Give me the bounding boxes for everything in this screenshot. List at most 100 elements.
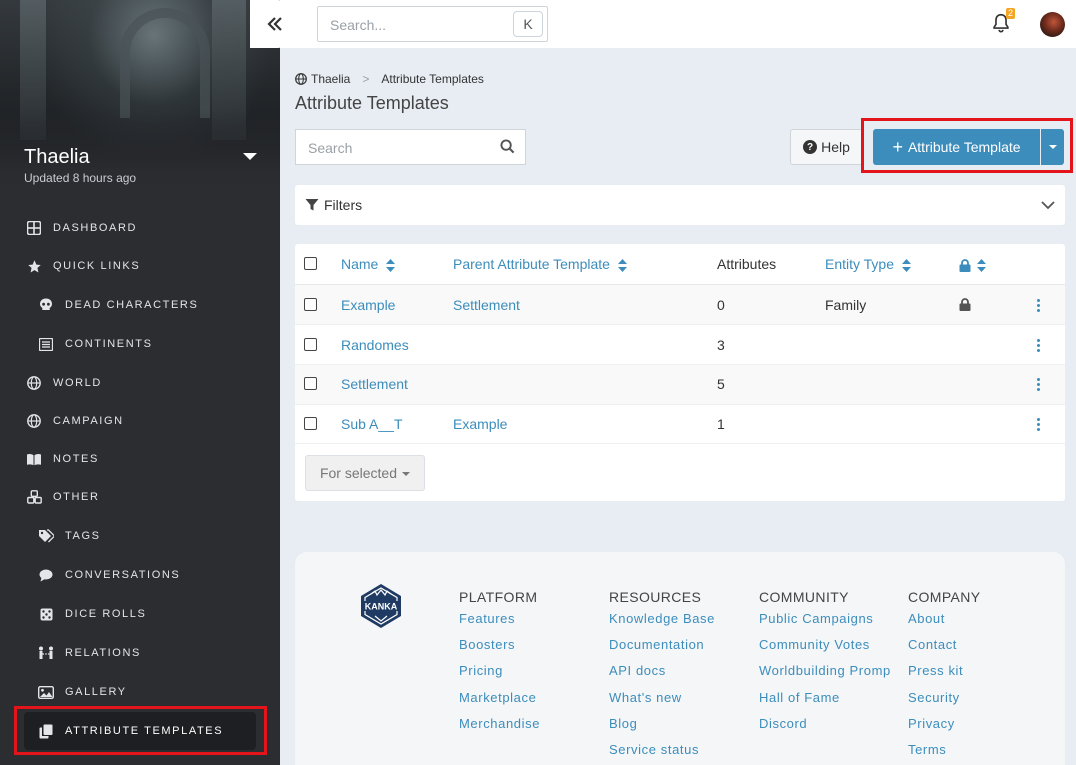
bulk-actions-label: For selected [319, 465, 398, 481]
sidebar-item-relations[interactable]: RELATIONS [14, 635, 256, 671]
footer-link[interactable]: Boosters [459, 637, 540, 663]
sidebar-item-campaign[interactable]: CAMPAIGN [14, 403, 256, 439]
row-actions-kebab-icon[interactable] [1037, 299, 1041, 314]
sidebar-item-conversations[interactable]: CONVERSATIONS [14, 557, 256, 593]
notification-count-badge: 2 [1006, 8, 1016, 19]
campaign-updated: Updated 8 hours ago [24, 171, 137, 185]
footer-link[interactable]: Terms [908, 742, 981, 765]
select-all-checkbox[interactable] [304, 257, 317, 270]
sidebar-item-label: NOTES [53, 453, 99, 465]
row-checkbox[interactable] [304, 338, 317, 351]
footer-link[interactable]: Pricing [459, 663, 540, 689]
row-name-link[interactable]: Settlement [341, 376, 408, 392]
footer-link[interactable]: Blog [609, 716, 715, 742]
row-name-link[interactable]: Sub A__T [341, 416, 403, 432]
sidebar-item-gallery[interactable]: GALLERY [14, 674, 256, 710]
footer-link[interactable]: Community Votes [759, 637, 899, 663]
column-header-label: Name [341, 256, 379, 272]
global-search-input[interactable]: Search... K [317, 6, 548, 42]
footer-link[interactable]: Documentation [609, 637, 715, 663]
page-title: Attribute Templates [295, 93, 449, 113]
filters-label: Filters [324, 197, 363, 213]
filters-panel[interactable]: Filters [295, 185, 1065, 225]
sidebar-item-label: DICE ROLLS [65, 608, 147, 620]
row-parent-link[interactable]: Settlement [453, 297, 520, 313]
sidebar-item-label: WORLD [53, 377, 102, 389]
footer-link[interactable]: Merchandise [459, 716, 540, 742]
dice-icon [38, 606, 54, 622]
kanka-logo[interactable]: KANKA [357, 582, 405, 633]
sidebar-item-continents[interactable]: CONTINENTS [14, 326, 256, 362]
row-name-link[interactable]: Randomes [341, 337, 409, 353]
sort-icon [617, 258, 627, 272]
footer-link[interactable]: Security [908, 690, 981, 716]
breadcrumb: Thaelia > Attribute Templates [295, 72, 484, 86]
sidebar-item-dead-characters[interactable]: DEAD CHARACTERS [14, 287, 256, 323]
row-actions-kebab-icon[interactable] [1037, 378, 1041, 393]
row-checkbox[interactable] [304, 298, 317, 311]
sidebar-item-tags[interactable]: TAGS [14, 518, 256, 554]
logo-text: KANKA [365, 602, 398, 612]
footer-link[interactable]: API docs [609, 663, 715, 689]
sidebar-item-world[interactable]: WORLD [14, 365, 256, 401]
footer-heading: COMMUNITY [759, 589, 849, 605]
row-checkbox[interactable] [304, 417, 317, 430]
footer-link[interactable]: Marketplace [459, 690, 540, 716]
search-icon[interactable] [500, 139, 515, 157]
footer-link[interactable]: About [908, 611, 981, 637]
sidebar-item-label: RELATIONS [65, 647, 141, 659]
column-header-name[interactable]: Name [341, 256, 396, 272]
campaign-dropdown-icon[interactable] [243, 153, 257, 160]
user-avatar[interactable] [1040, 12, 1065, 37]
row-checkbox[interactable] [304, 377, 317, 390]
column-header-label: Entity Type [825, 256, 895, 272]
table-row[interactable]: Randomes 3 [295, 325, 1065, 365]
table-row[interactable]: Settlement 5 [295, 365, 1065, 405]
row-parent-link[interactable]: Example [453, 416, 507, 432]
chevron-down-icon[interactable] [1041, 197, 1055, 213]
breadcrumb-root[interactable]: Thaelia [311, 72, 350, 86]
column-header-entity-type[interactable]: Entity Type [825, 256, 911, 272]
campaign-name[interactable]: Thaelia [24, 146, 90, 169]
footer-link[interactable]: Public Campaigns [759, 611, 899, 637]
relations-icon [38, 645, 54, 661]
help-button[interactable]: ? Help [790, 129, 863, 165]
bulk-actions-button[interactable]: For selected [305, 455, 425, 491]
globe-icon [26, 375, 42, 391]
row-name-link[interactable]: Example [341, 297, 395, 313]
footer-column-community: COMMUNITY Public Campaigns Community Vot… [759, 589, 899, 742]
sidebar-item-notes[interactable]: NOTES [14, 441, 256, 477]
row-attributes-count: 1 [717, 416, 725, 432]
footer-link[interactable]: Service status [609, 742, 715, 765]
table-row[interactable]: Example Settlement 0 Family [295, 285, 1065, 325]
table-header-row: Name Parent Attribute Template Attribute… [295, 244, 1065, 285]
footer-link[interactable]: Knowledge Base [609, 611, 715, 637]
footer-link[interactable]: What's new [609, 690, 715, 716]
footer-link[interactable]: Hall of Fame [759, 690, 899, 716]
column-header-parent[interactable]: Parent Attribute Template [453, 256, 627, 272]
sidebar-item-label: CONTINENTS [65, 338, 153, 350]
column-header-visibility[interactable] [959, 256, 986, 272]
breadcrumb-current: Attribute Templates [381, 72, 484, 86]
list-search-input[interactable]: Search [295, 129, 526, 165]
collapse-sidebar-button[interactable] [250, 0, 300, 48]
footer-link[interactable]: Press kit [908, 663, 981, 689]
row-actions-kebab-icon[interactable] [1037, 418, 1041, 433]
sidebar-item-quick-links[interactable]: QUICK LINKS [14, 248, 256, 284]
footer-link[interactable]: Discord [759, 716, 899, 742]
sidebar-item-dice-rolls[interactable]: DICE ROLLS [14, 596, 256, 632]
caret-down-icon [402, 471, 411, 476]
footer-link[interactable]: Worldbuilding Promp [759, 663, 899, 689]
question-circle-icon: ? [803, 140, 818, 154]
attribute-templates-table: Name Parent Attribute Template Attribute… [295, 244, 1065, 501]
footer-link[interactable]: Contact [908, 637, 981, 663]
list-icon [38, 336, 54, 352]
search-placeholder: Search [308, 140, 353, 156]
footer-link[interactable]: Privacy [908, 716, 981, 742]
footer-link[interactable]: Features [459, 611, 540, 637]
sidebar-item-dashboard[interactable]: DASHBOARD [14, 210, 256, 246]
highlight-box [14, 706, 267, 755]
sidebar-item-other[interactable]: OTHER [14, 479, 256, 515]
table-row[interactable]: Sub A__T Example 1 [295, 404, 1065, 444]
row-actions-kebab-icon[interactable] [1037, 339, 1041, 354]
